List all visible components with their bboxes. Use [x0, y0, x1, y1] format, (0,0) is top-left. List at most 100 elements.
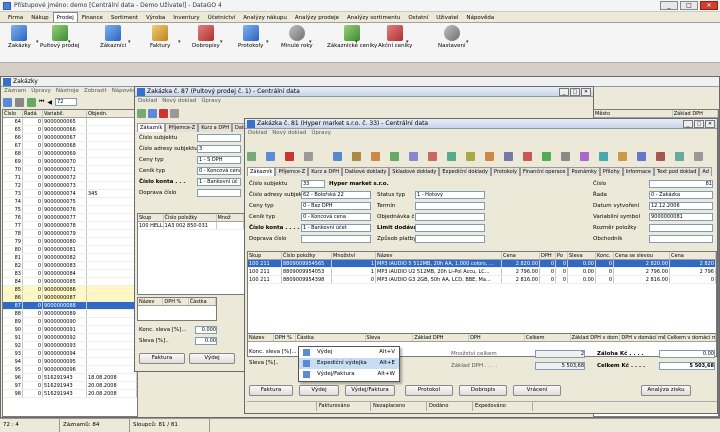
column-header[interactable]: Základ DPH v dom — [571, 334, 621, 341]
tab[interactable]: Zákazník — [137, 123, 166, 132]
minimize-button[interactable]: _ — [660, 1, 678, 10]
tab[interactable]: Expediční doklady — [439, 167, 491, 176]
column-header[interactable]: Po — [556, 252, 568, 259]
toolbar-icon[interactable] — [333, 152, 342, 161]
action-button[interactable]: Vrácení — [513, 385, 561, 396]
tab[interactable]: Kurz a DPH — [308, 167, 342, 176]
table-row[interactable]: 93 0 9000000094 — [3, 350, 137, 358]
toolbar-icon[interactable] — [428, 152, 437, 161]
tab[interactable]: Finanční operace — [520, 167, 569, 176]
table-row[interactable]: 65 0 9000000066 — [3, 126, 137, 134]
column-header[interactable]: Základ DPH — [673, 110, 718, 117]
table-row[interactable]: 74 0 9000000075 — [3, 198, 137, 206]
ribbon-tab[interactable]: Nápověda — [462, 12, 498, 22]
toolbar-button[interactable]: Minulé roky — [281, 25, 313, 50]
menu-item[interactable]: Záznam — [4, 88, 26, 94]
column-header[interactable]: Sleva — [568, 252, 596, 259]
form-field[interactable]: 62 - Bolořská 22 — [301, 191, 371, 199]
tab[interactable]: Příjemce-Z — [275, 167, 309, 176]
column-header[interactable]: Název — [376, 252, 502, 259]
chevron-down-icon[interactable]: ▾ — [355, 39, 358, 45]
chevron-down-icon[interactable]: ▾ — [466, 39, 469, 45]
column-header[interactable]: Částka — [296, 334, 366, 341]
table-row[interactable]: 88 0 9000000089 — [3, 310, 137, 318]
tab[interactable]: Příjemce-Z — [165, 123, 199, 132]
form-field[interactable]: 0 - Koncová cena — [301, 213, 371, 221]
table-row[interactable]: 69 0 9000000070 — [3, 158, 137, 166]
w81-close-button[interactable]: ✕ — [705, 120, 715, 128]
w87-vydej-button[interactable]: Výdej — [189, 353, 235, 364]
toolbar-icon[interactable] — [618, 152, 627, 161]
table-row[interactable]: 66 0 9000000067 — [3, 134, 137, 142]
ribbon-tab[interactable]: Uživatel — [432, 12, 462, 22]
table-row[interactable]: 100 211 8809009954565 1 MP3 iAUDIO 5 512MB,… — [248, 260, 716, 268]
menu-item[interactable]: Zobrazit — [84, 88, 107, 94]
w87-min-button[interactable]: _ — [559, 88, 569, 96]
table-row[interactable]: 91 0 9000000092 — [3, 334, 137, 342]
toolbar-icon[interactable] — [561, 152, 570, 161]
ribbon-tab[interactable]: Inventury — [169, 12, 203, 22]
ribbon-tab[interactable]: Ostatní — [404, 12, 432, 22]
order-87-vat-grid[interactable]: Název DPH % Částka — [137, 297, 217, 321]
form-field[interactable]: 33 — [301, 180, 325, 188]
table-row[interactable]: 92 0 9000000093 — [3, 342, 137, 350]
toolbar-button[interactable]: Akční ceníky — [378, 25, 412, 50]
tab[interactable]: Kurz a DPH — [198, 123, 232, 132]
tab[interactable]: Přílohy — [599, 167, 623, 176]
form-field[interactable]: 0 - Bez DPH — [301, 202, 371, 210]
toolbar-icon[interactable] — [542, 152, 551, 161]
action-button[interactable]: Analýza zisku — [641, 385, 691, 396]
table-row[interactable]: 100 211 8809009954398 0 MP3 iAUDIO G3 2GB, … — [248, 276, 716, 284]
form-field[interactable] — [197, 189, 241, 197]
toolbar-icon[interactable] — [447, 152, 456, 161]
chevron-down-icon[interactable]: ▾ — [68, 39, 71, 45]
tab[interactable]: Dalšové doklady — [341, 167, 390, 176]
chevron-down-icon[interactable]: ▾ — [266, 39, 269, 45]
toolbar-button[interactable]: Faktury — [150, 25, 170, 50]
form-field[interactable]: 1 - Bankovní účet — [301, 224, 371, 232]
form-field[interactable]: 1 - Hotový — [415, 191, 485, 199]
order-87-items-grid[interactable]: Skup Číslo položky Množ 100 HELLA 1A3 002 85… — [137, 213, 245, 295]
w87-faktura-button[interactable]: Faktura — [139, 353, 185, 364]
table-row[interactable]: 85 0 9000000086 — [3, 286, 137, 294]
form-field[interactable] — [649, 235, 713, 243]
table-row[interactable]: 78 0 9000000079 — [3, 230, 137, 238]
toolbar-button[interactable]: Dobropisy — [192, 25, 220, 50]
column-header[interactable]: Název — [248, 334, 274, 341]
table-row[interactable]: 100 211 8809009954053 1 MP3 iAUDIO U2 512MB… — [248, 268, 716, 276]
w87-copy-icon[interactable] — [170, 109, 179, 118]
column-header[interactable]: Variabil. — [43, 110, 87, 117]
column-header[interactable]: Skup — [248, 252, 282, 259]
table-row[interactable]: 82 0 9000000083 — [3, 262, 137, 270]
filter-icon[interactable] — [15, 97, 24, 107]
column-header[interactable]: Číslo položky — [164, 214, 217, 221]
ribbon-tab[interactable]: Finance — [78, 12, 107, 22]
ribbon-tab[interactable]: Firma — [4, 12, 27, 22]
toolbar-icon[interactable] — [285, 152, 294, 161]
ribbon-tab[interactable]: Prodej — [52, 12, 78, 22]
form-field[interactable] — [197, 134, 241, 142]
ribbon-tab[interactable]: Analýzy sortimentu — [343, 12, 404, 22]
toolbar-icon[interactable] — [637, 152, 646, 161]
w87-close-button[interactable]: ✕ — [581, 88, 591, 96]
column-header[interactable]: Název — [138, 298, 164, 305]
table-row[interactable]: 98 0 516291943 20.08.2008 — [3, 390, 137, 398]
menu-item[interactable]: Úpravy — [311, 130, 331, 136]
column-header[interactable]: Cena — [670, 252, 716, 259]
column-header[interactable]: Množství — [332, 252, 376, 259]
toolbar-icon[interactable] — [580, 152, 589, 161]
menu-item[interactable]: Úpravy — [31, 88, 51, 94]
ribbon-tab[interactable]: Analýzy prodeje — [291, 12, 343, 22]
tab[interactable]: Skladové doklady — [389, 167, 440, 176]
toolbar-button[interactable]: Nastavení — [438, 25, 466, 50]
table-row[interactable]: 84 0 9000000085 — [3, 278, 137, 286]
toolbar-icon[interactable] — [485, 152, 494, 161]
menu-item[interactable]: Nový doklad — [272, 130, 306, 136]
toolbar-icon[interactable] — [371, 152, 380, 161]
table-row[interactable]: 96 0 516291943 18.08.2008 — [3, 374, 137, 382]
form-field[interactable]: 0 - Koncová cena — [197, 167, 241, 175]
toolbar-icon[interactable] — [266, 152, 275, 161]
toolbar-button[interactable]: Zákazníci — [100, 25, 126, 50]
column-header[interactable]: Množ — [217, 214, 244, 221]
chevron-down-icon[interactable]: ▾ — [128, 39, 131, 45]
